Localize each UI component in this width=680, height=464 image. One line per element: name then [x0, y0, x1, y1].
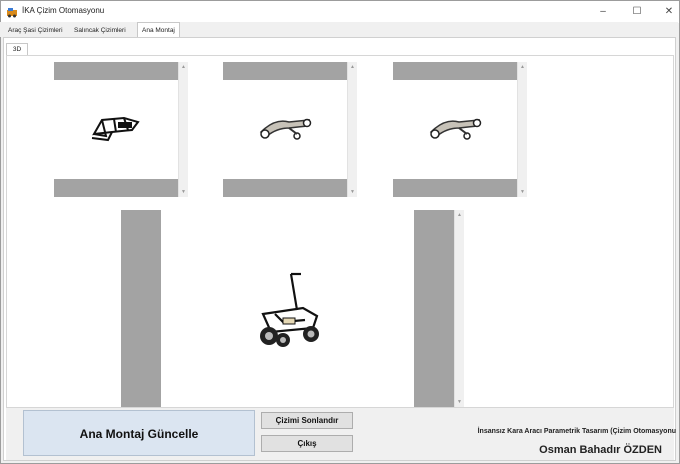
author-name: Osman Bahadır ÖZDEN — [539, 444, 662, 456]
chassis-preview[interactable]: ▲ ▼ — [54, 62, 188, 197]
viewer-right-bar — [414, 210, 454, 407]
viewer-scrollbar[interactable]: ▲ ▼ — [517, 62, 527, 197]
viewer-top-bar — [223, 62, 347, 80]
exit-button[interactable]: Çıkış — [261, 435, 353, 452]
control-arm-part-icon — [429, 118, 482, 140]
update-assembly-button[interactable]: Ana Montaj Güncelle — [23, 410, 255, 456]
tab-main-assembly[interactable]: Ana Montaj — [137, 22, 180, 38]
control-arm-part-icon — [259, 118, 312, 140]
viewer-scrollbar[interactable]: ▲ ▼ — [454, 210, 464, 407]
viewer-top-bar — [54, 62, 178, 80]
close-button[interactable]: ✕ — [657, 4, 680, 20]
tab-swing-arm-drawings[interactable]: Salıncak Çizimleri — [70, 24, 130, 37]
viewer-bottom-bar — [54, 179, 178, 197]
vehicle-assembly-icon — [260, 272, 319, 347]
maximize-button[interactable]: ☐ — [625, 4, 649, 20]
chassis-part-icon — [91, 116, 140, 142]
lower-arm-preview[interactable]: ▲ ▼ — [393, 62, 527, 197]
viewer-top-bar — [393, 62, 517, 80]
window-title: İKA Çizim Otomasyonu — [22, 6, 105, 15]
finish-drawing-button[interactable]: Çizimi Sonlandır — [261, 412, 353, 429]
main-assembly-preview[interactable]: ▲ ▼ — [121, 210, 464, 407]
tab-chassis-drawings[interactable]: Araç Şasi Çizimleri — [4, 24, 67, 37]
viewer-scrollbar[interactable]: ▲ ▼ — [178, 62, 188, 197]
app-logo-icon — [7, 8, 17, 18]
viewer-bottom-bar — [393, 179, 517, 197]
minimize-button[interactable]: – — [591, 4, 615, 20]
upper-arm-preview[interactable]: ▲ ▼ — [223, 62, 357, 197]
main-tabstrip: Araç Şasi Çizimleri Salıncak Çizimleri A… — [0, 22, 678, 38]
viewer-left-bar — [121, 210, 161, 407]
viewer-bottom-bar — [223, 179, 347, 197]
title-bar: İKA Çizim Otomasyonu – ☐ ✕ — [1, 1, 679, 23]
project-caption: İnsansız Kara Aracı Parametrik Tasarım (… — [477, 428, 676, 435]
viewer-scrollbar[interactable]: ▲ ▼ — [347, 62, 357, 197]
